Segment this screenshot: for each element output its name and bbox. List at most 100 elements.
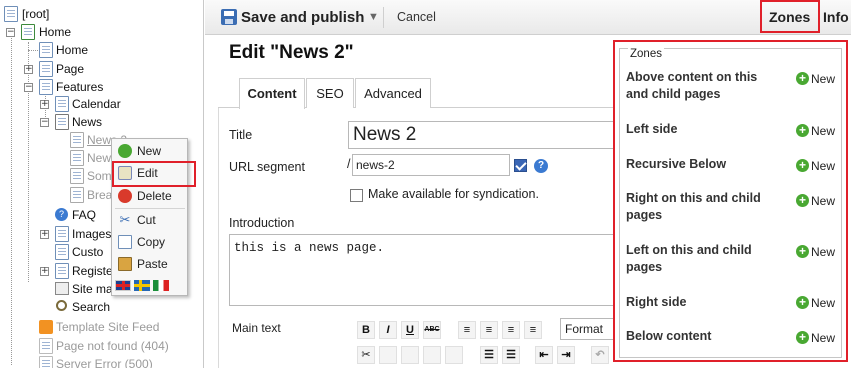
toolbar-divider: [383, 7, 384, 28]
toolbar: Save and publish ▼ Cancel Zones Info: [205, 0, 851, 35]
zones-fieldset: Zones Above content on this and child pa…: [619, 48, 842, 358]
menu-item-delete[interactable]: Delete: [115, 186, 185, 206]
url-segment-input[interactable]: news-2: [352, 154, 510, 176]
add-icon: +: [796, 331, 809, 344]
page-icon: [39, 79, 53, 95]
paste-text-icon[interactable]: [423, 346, 441, 364]
uk-flag-icon[interactable]: [115, 280, 131, 291]
rss-icon: [39, 320, 53, 334]
collapse-icon[interactable]: −: [40, 118, 49, 127]
search-icon: [56, 300, 67, 311]
news-icon: [55, 114, 69, 130]
bullet-list-icon[interactable]: ☰: [480, 346, 498, 364]
expand-icon[interactable]: +: [24, 65, 33, 74]
introduction-textarea[interactable]: this is a news page.: [229, 234, 629, 306]
zones-highlight-annotation: [760, 0, 820, 33]
url-prefix: /: [347, 157, 351, 171]
zones-legend: Zones: [628, 48, 664, 60]
align-justify-icon[interactable]: ≡: [524, 321, 542, 339]
tab-seo[interactable]: SEO: [306, 78, 354, 108]
title-label: Title: [229, 128, 253, 142]
paste-word-icon[interactable]: [445, 346, 463, 364]
url-segment-label: URL segment: [229, 160, 305, 174]
outdent-icon[interactable]: ⇤: [535, 346, 553, 364]
syndication-checkbox[interactable]: [350, 189, 363, 202]
page-icon: [55, 263, 69, 279]
tab-content[interactable]: Content: [239, 78, 305, 109]
sitemap-icon: [55, 282, 69, 295]
page-icon: [39, 42, 53, 58]
menu-item-cut[interactable]: ✂ Cut: [115, 210, 185, 230]
menu-separator: [115, 208, 185, 209]
menu-item-copy[interactable]: Copy: [115, 232, 185, 252]
page-title: Edit "News 2": [229, 42, 354, 63]
paste-icon[interactable]: [401, 346, 419, 364]
zone-recursive-below: Recursive Below: [626, 157, 727, 171]
italic-button[interactable]: I: [379, 321, 397, 339]
page-icon: [39, 338, 53, 354]
add-icon: [118, 144, 132, 158]
calendar-icon: [55, 96, 69, 112]
align-right-icon[interactable]: ≡: [502, 321, 520, 339]
paste-icon: [118, 257, 132, 271]
copy-icon: [118, 235, 132, 249]
undo-icon[interactable]: ↶: [591, 346, 609, 364]
form-icon: [55, 244, 69, 260]
format-select[interactable]: Format: [560, 318, 620, 340]
zone-left-on-this-and-child: Left on this and child pages: [626, 243, 752, 274]
expand-icon[interactable]: +: [40, 100, 49, 109]
add-icon: +: [796, 72, 809, 85]
align-left-icon[interactable]: ≡: [458, 321, 476, 339]
zone-right-on-this-and-child: Right on this and child pages: [626, 191, 761, 222]
add-icon: +: [796, 159, 809, 172]
zone-above-content: Above content on this and child pages: [626, 70, 758, 101]
add-icon: +: [796, 296, 809, 309]
add-icon: +: [796, 124, 809, 137]
delete-icon: [118, 189, 132, 203]
zone-below-content: Below content: [626, 329, 712, 343]
info-button[interactable]: Info: [823, 0, 849, 35]
cut-icon[interactable]: ✂: [357, 346, 375, 364]
copy-icon[interactable]: [379, 346, 397, 364]
images-icon: [55, 226, 69, 242]
page-icon: [39, 61, 53, 77]
scissors-icon: ✂: [119, 212, 131, 227]
screen: [root] − Home Home + Page − Features + C…: [0, 0, 851, 368]
root-page-icon: [4, 6, 18, 22]
help-icon: ?: [55, 208, 68, 221]
main-text-label: Main text: [232, 321, 281, 335]
align-center-icon[interactable]: ≡: [480, 321, 498, 339]
indent-icon[interactable]: ⇥: [557, 346, 575, 364]
bold-button[interactable]: B: [357, 321, 375, 339]
tab-advanced[interactable]: Advanced: [355, 78, 431, 108]
menu-item-new[interactable]: New: [115, 141, 185, 161]
title-input[interactable]: News 2: [348, 121, 628, 149]
collapse-icon[interactable]: −: [24, 83, 33, 92]
url-auto-checkbox[interactable]: [514, 159, 527, 172]
numbered-list-icon[interactable]: ☰: [502, 346, 520, 364]
expand-icon[interactable]: +: [40, 230, 49, 239]
home-icon: [21, 24, 35, 40]
underline-button[interactable]: U: [401, 321, 419, 339]
edit-highlight-annotation: [112, 161, 196, 187]
news-item-icon: [70, 150, 84, 166]
collapse-icon[interactable]: −: [6, 28, 15, 37]
add-icon: +: [796, 194, 809, 207]
expand-icon[interactable]: +: [40, 267, 49, 276]
cancel-button[interactable]: Cancel: [397, 0, 436, 35]
strikethrough-button[interactable]: ABC: [423, 321, 441, 339]
se-flag-icon[interactable]: [134, 280, 150, 291]
zone-right-side: Right side: [626, 295, 687, 309]
zone-left-side: Left side: [626, 122, 678, 136]
page-icon: [39, 356, 53, 368]
it-flag-icon[interactable]: [153, 280, 169, 291]
save-icon: [221, 9, 237, 25]
news-item-icon: [70, 132, 84, 148]
save-and-publish-button[interactable]: Save and publish: [241, 0, 364, 35]
menu-item-paste[interactable]: Paste: [115, 254, 185, 274]
add-icon: +: [796, 245, 809, 258]
zones-panel: Zones Above content on this and child pa…: [613, 40, 848, 362]
save-dropdown-icon[interactable]: ▼: [368, 0, 379, 35]
news-item-icon: [70, 187, 84, 203]
help-icon[interactable]: ?: [534, 159, 548, 173]
